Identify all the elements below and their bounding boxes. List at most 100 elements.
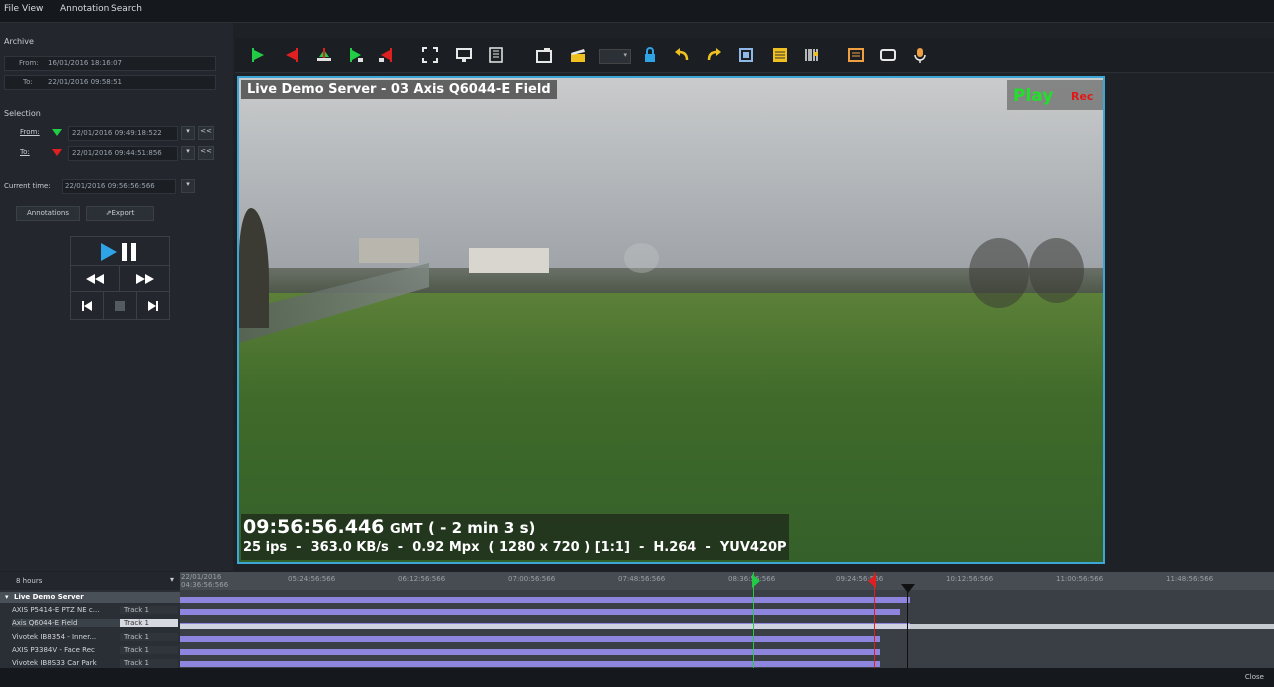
video-view[interactable]: Live Demo Server - 03 Axis Q6044-E Field…: [237, 76, 1105, 564]
export-button[interactable]: ⇗Export: [86, 206, 154, 221]
panel-icon[interactable]: [847, 46, 865, 64]
snapshot-icon[interactable]: [535, 46, 553, 64]
mark-start-green-icon[interactable]: [249, 46, 267, 64]
timeline-tick: 10:12:56:566: [946, 575, 994, 583]
camera-row-label[interactable]: Vivotek IB8354 - Inner...: [12, 633, 120, 641]
goto-end-icon[interactable]: [377, 46, 395, 64]
menu-file[interactable]: File: [4, 4, 19, 14]
timeline-first-date: 22/01/2016: [181, 573, 222, 581]
recording-bar: [180, 661, 880, 667]
range-icon[interactable]: [315, 46, 333, 64]
current-time-dropdown[interactable]: ▾: [181, 179, 195, 193]
archive-from-field: From: 16/01/2016 18:16:07: [4, 56, 216, 71]
microphone-icon[interactable]: [911, 46, 929, 64]
playhead-icon[interactable]: [901, 584, 915, 593]
stop-button[interactable]: [104, 292, 137, 319]
skip-end-icon: [148, 301, 158, 311]
rec-indicator: Rec: [1071, 90, 1094, 103]
speed-dropdown[interactable]: ▾: [599, 49, 631, 64]
selection-start-marker-icon[interactable]: [752, 574, 760, 588]
previous-button[interactable]: [71, 292, 104, 319]
range-dropdown-icon: ▾: [170, 575, 175, 584]
server-name: Live Demo Server: [14, 593, 84, 601]
timeline-grid[interactable]: 22/01/2016 04:36:56:566 05:24:56:566 06:…: [180, 572, 1274, 668]
selection-to-collapse[interactable]: <<: [198, 146, 214, 160]
lock-icon[interactable]: [641, 46, 659, 64]
timeline-tick: 07:48:56:566: [618, 575, 666, 583]
timeline-tick: 09:24:56:566: [836, 575, 884, 583]
selection-to-field[interactable]: 22/01/2016 09:44:51:856: [68, 146, 178, 161]
selection-from-field[interactable]: 22/01/2016 09:49:18:522: [68, 126, 178, 141]
selection-end-marker-icon[interactable]: [868, 574, 876, 588]
monitor-icon[interactable]: [455, 46, 473, 64]
mark-end-red-icon[interactable]: [283, 46, 301, 64]
timeline-tick: 06:12:56:566: [398, 575, 446, 583]
selection-from-value: 22/01/2016 09:49:18:522: [72, 129, 162, 137]
camera-row-label[interactable]: AXIS P3384V - Face Rec: [12, 646, 120, 654]
playback-controls: [70, 236, 170, 320]
track-label: Track 1: [120, 646, 178, 654]
fullscreen-icon[interactable]: [421, 46, 439, 64]
camera-row-label[interactable]: Vivotek IB8S33 Car Park: [12, 659, 120, 668]
green-marker-icon: [52, 129, 62, 136]
video-stream-info: 25 ips - 363.0 KB/s - 0.92 Mpx ( 1280 x …: [243, 540, 787, 555]
play-indicator: Play: [1013, 86, 1054, 106]
play-pause-button[interactable]: [71, 237, 169, 266]
fast-forward-icon: [136, 274, 154, 284]
menu-search[interactable]: Search: [111, 4, 142, 14]
selection-from-dropdown[interactable]: ▾: [181, 126, 195, 140]
current-time-field[interactable]: 22/01/2016 09:56:56:566: [62, 179, 176, 194]
annotations-button[interactable]: Annotations: [16, 206, 80, 221]
play-pause-icon: [101, 243, 136, 261]
track-label: Track 1: [120, 633, 178, 641]
video-time-offset: ( - 2 min 3 s): [428, 519, 536, 537]
rewind-button[interactable]: [71, 266, 120, 292]
archive-to-field: To: 22/01/2016 09:58:51: [4, 75, 216, 90]
camera-row-label[interactable]: Axis Q6044-E Field: [12, 619, 120, 627]
next-button[interactable]: [137, 292, 169, 319]
track-label: Track 1: [120, 606, 178, 614]
timeline-tick: 05:24:56:566: [288, 575, 336, 583]
video-info-overlay: 09:56:56.446 GMT ( - 2 min 3 s) 25 ips -…: [241, 514, 789, 560]
camera-row-label[interactable]: AXIS P5414-E PTZ NE c...: [12, 606, 120, 614]
track-label: Track 1: [120, 659, 178, 668]
window-icon[interactable]: [879, 46, 897, 64]
selection-from-collapse[interactable]: <<: [198, 126, 214, 140]
selection-to-value: 22/01/2016 09:44:51:856: [72, 149, 162, 157]
close-button[interactable]: Close: [1245, 673, 1264, 681]
recording-bar: [180, 636, 880, 642]
selected-track-line: [180, 624, 1274, 629]
barcode-icon[interactable]: [803, 46, 821, 64]
timeline-range-selector[interactable]: 8 hours ▾: [0, 572, 180, 590]
timeline-range: 8 hours: [16, 577, 43, 585]
menu-annotation[interactable]: Annotation: [60, 4, 109, 14]
selection-to-dropdown[interactable]: ▾: [181, 146, 195, 160]
grid-icon[interactable]: [487, 46, 505, 64]
selection-to-label: To:: [20, 148, 30, 156]
collapse-icon: ▾: [5, 593, 9, 601]
playhead-line[interactable]: [907, 584, 908, 668]
play-rec-indicator: Play Rec: [1007, 80, 1103, 110]
video-timezone: GMT: [389, 522, 423, 537]
rain-drop: [624, 243, 659, 273]
archive-from-value: 16/01/2016 18:16:07: [48, 59, 123, 67]
toolbar: ▾: [235, 38, 1274, 73]
selection-from-label: From:: [20, 128, 40, 136]
archive-from-label: From:: [19, 59, 39, 67]
stop-icon: [115, 301, 125, 311]
redo-icon[interactable]: [705, 46, 723, 64]
dropdown-arrow-icon: ▾: [623, 51, 627, 59]
timeline-tick: 11:00:56:566: [1056, 575, 1104, 583]
red-marker-icon: [52, 149, 62, 156]
list-icon[interactable]: [771, 46, 789, 64]
server-row[interactable]: ▾ Live Demo Server: [0, 592, 180, 603]
rain-drop: [969, 238, 1029, 308]
timeline-ruler: [180, 572, 1274, 590]
clapper-icon[interactable]: [569, 46, 587, 64]
undo-icon[interactable]: [673, 46, 691, 64]
left-panel: Archive From: 16/01/2016 18:16:07 To: 22…: [0, 23, 233, 571]
goto-start-icon[interactable]: [347, 46, 365, 64]
fast-forward-button[interactable]: [120, 266, 169, 292]
frame-icon[interactable]: [737, 46, 755, 64]
menu-view[interactable]: View: [22, 4, 43, 14]
